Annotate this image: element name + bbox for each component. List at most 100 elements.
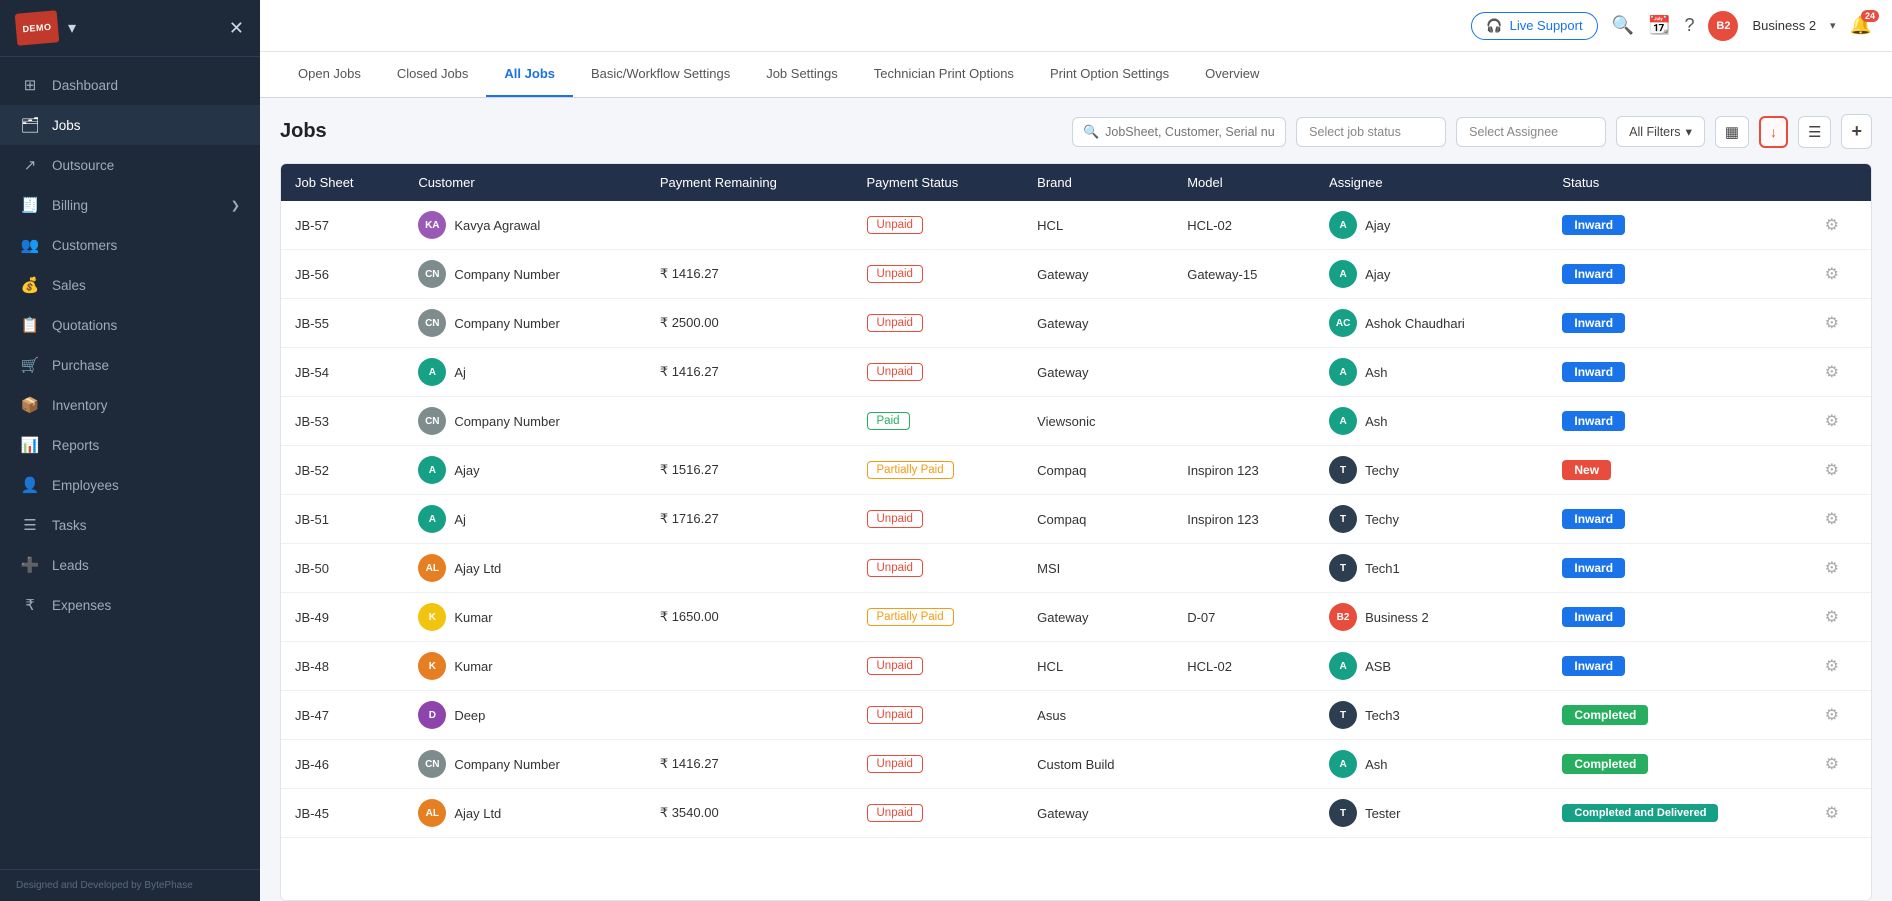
live-support-button[interactable]: 🎧 Live Support: [1471, 12, 1597, 40]
tab-print-option[interactable]: Print Option Settings: [1032, 52, 1187, 97]
row-settings-icon[interactable]: ⚙: [1825, 609, 1839, 626]
customer-avatar: CN: [418, 750, 446, 778]
add-job-button[interactable]: +: [1841, 114, 1872, 149]
job-sheet-cell: JB-48: [281, 642, 404, 691]
help-icon[interactable]: ?: [1684, 15, 1694, 36]
customer-cell: CN Company Number: [404, 299, 646, 348]
actions-cell[interactable]: ⚙: [1811, 544, 1871, 593]
actions-cell[interactable]: ⚙: [1811, 642, 1871, 691]
row-settings-icon[interactable]: ⚙: [1825, 805, 1839, 822]
row-settings-icon[interactable]: ⚙: [1825, 315, 1839, 332]
export-button[interactable]: ↓: [1759, 116, 1788, 148]
assignee-avatar: T: [1329, 799, 1357, 827]
actions-cell[interactable]: ⚙: [1811, 299, 1871, 348]
sidebar-item-label: Customers: [52, 238, 117, 253]
search-icon[interactable]: 🔍: [1612, 15, 1634, 36]
sidebar: DEMO ▾ ✕ ⊞ Dashboard 🗂 Jobs ↗ Outsource …: [0, 0, 260, 901]
row-settings-icon[interactable]: ⚙: [1825, 266, 1839, 283]
assignee-select[interactable]: Select Assignee: [1456, 117, 1606, 147]
sidebar-item-sales[interactable]: 💰 Sales: [0, 265, 260, 305]
reports-icon: 📊: [20, 436, 40, 454]
payment-status-badge: Partially Paid: [867, 461, 954, 479]
job-status-select[interactable]: Select job status: [1296, 117, 1446, 147]
sidebar-item-employees[interactable]: 👤 Employees: [0, 465, 260, 505]
assignee-avatar: A: [1329, 211, 1357, 239]
tab-closed-jobs[interactable]: Closed Jobs: [379, 52, 487, 97]
user-dropdown-icon[interactable]: ▾: [1830, 19, 1836, 32]
tab-overview[interactable]: Overview: [1187, 52, 1277, 97]
row-settings-icon[interactable]: ⚙: [1825, 511, 1839, 528]
search-input[interactable]: [1105, 125, 1275, 139]
row-settings-icon[interactable]: ⚙: [1825, 462, 1839, 479]
sidebar-item-label: Employees: [52, 478, 119, 493]
sidebar-item-reports[interactable]: 📊 Reports: [0, 425, 260, 465]
job-sheet-cell: JB-49: [281, 593, 404, 642]
customer-name: Company Number: [454, 267, 560, 282]
all-filters-button[interactable]: All Filters ▾: [1616, 116, 1705, 147]
sidebar-toggle-icon[interactable]: ▾: [68, 18, 76, 38]
sidebar-item-quotations[interactable]: 📋 Quotations: [0, 305, 260, 345]
row-settings-icon[interactable]: ⚙: [1825, 413, 1839, 430]
actions-cell[interactable]: ⚙: [1811, 397, 1871, 446]
sidebar-item-tasks[interactable]: ☰ Tasks: [0, 505, 260, 545]
payment-remaining-cell: ₹ 3540.00: [646, 789, 853, 838]
sidebar-item-purchase[interactable]: 🛒 Purchase: [0, 345, 260, 385]
filters-row: 🔍 Select job status Select Assignee All …: [1072, 114, 1872, 149]
assignee-name: Ajay: [1365, 218, 1390, 233]
notification-button[interactable]: 🔔 24: [1850, 15, 1872, 36]
sidebar-item-billing[interactable]: 🧾 Billing ❯: [0, 185, 260, 225]
dashboard-icon: ⊞: [20, 76, 40, 94]
sidebar-item-customers[interactable]: 👥 Customers: [0, 225, 260, 265]
customer-avatar: CN: [418, 407, 446, 435]
payment-status-cell: Unpaid: [853, 299, 1024, 348]
actions-cell[interactable]: ⚙: [1811, 789, 1871, 838]
payment-status-cell: Unpaid: [853, 250, 1024, 299]
payment-remaining-cell: ₹ 1716.27: [646, 495, 853, 544]
assignee-avatar: A: [1329, 260, 1357, 288]
row-settings-icon[interactable]: ⚙: [1825, 217, 1839, 234]
row-settings-icon[interactable]: ⚙: [1825, 658, 1839, 675]
sidebar-item-inventory[interactable]: 📦 Inventory: [0, 385, 260, 425]
status-cell: Inward: [1548, 642, 1810, 691]
status-badge: Inward: [1562, 607, 1625, 627]
status-cell: Inward: [1548, 495, 1810, 544]
assignee-cell: T Techy: [1315, 446, 1548, 495]
user-avatar: B2: [1708, 11, 1738, 41]
sidebar-item-leads[interactable]: ➕ Leads: [0, 545, 260, 585]
sidebar-item-outsource[interactable]: ↗ Outsource: [0, 145, 260, 185]
row-settings-icon[interactable]: ⚙: [1825, 756, 1839, 773]
actions-cell[interactable]: ⚙: [1811, 495, 1871, 544]
actions-cell[interactable]: ⚙: [1811, 740, 1871, 789]
calendar-icon[interactable]: 📆: [1648, 15, 1670, 36]
actions-cell[interactable]: ⚙: [1811, 348, 1871, 397]
billing-icon: 🧾: [20, 196, 40, 214]
payment-status-cell: Unpaid: [853, 642, 1024, 691]
filter-icon-button[interactable]: ▦: [1715, 116, 1749, 148]
tab-basic-workflow[interactable]: Basic/Workflow Settings: [573, 52, 748, 97]
actions-cell[interactable]: ⚙: [1811, 250, 1871, 299]
sidebar-item-dashboard[interactable]: ⊞ Dashboard: [0, 65, 260, 105]
tab-technician-print[interactable]: Technician Print Options: [856, 52, 1032, 97]
row-settings-icon[interactable]: ⚙: [1825, 364, 1839, 381]
jobs-table: Job SheetCustomerPayment RemainingPaymen…: [281, 164, 1871, 838]
tab-job-settings[interactable]: Job Settings: [748, 52, 856, 97]
assignee-avatar: A: [1329, 652, 1357, 680]
sidebar-item-expenses[interactable]: ₹ Expenses: [0, 585, 260, 625]
customer-name: Ajay Ltd: [454, 561, 501, 576]
actions-cell[interactable]: ⚙: [1811, 593, 1871, 642]
columns-button[interactable]: ☰: [1798, 116, 1831, 148]
row-settings-icon[interactable]: ⚙: [1825, 707, 1839, 724]
jobs-table-wrap: Job SheetCustomerPayment RemainingPaymen…: [280, 163, 1872, 901]
actions-cell[interactable]: ⚙: [1811, 446, 1871, 495]
sidebar-close-icon[interactable]: ✕: [229, 18, 244, 39]
row-settings-icon[interactable]: ⚙: [1825, 560, 1839, 577]
sidebar-item-jobs[interactable]: 🗂 Jobs: [0, 105, 260, 145]
actions-cell[interactable]: ⚙: [1811, 691, 1871, 740]
actions-cell[interactable]: ⚙: [1811, 201, 1871, 250]
tab-all-jobs[interactable]: All Jobs: [486, 52, 573, 97]
tab-open-jobs[interactable]: Open Jobs: [280, 52, 379, 97]
col-header-job-sheet: Job Sheet: [281, 164, 404, 201]
customer-cell: A Aj: [404, 495, 646, 544]
payment-status-badge: Unpaid: [867, 755, 923, 773]
status-badge: Inward: [1562, 656, 1625, 676]
